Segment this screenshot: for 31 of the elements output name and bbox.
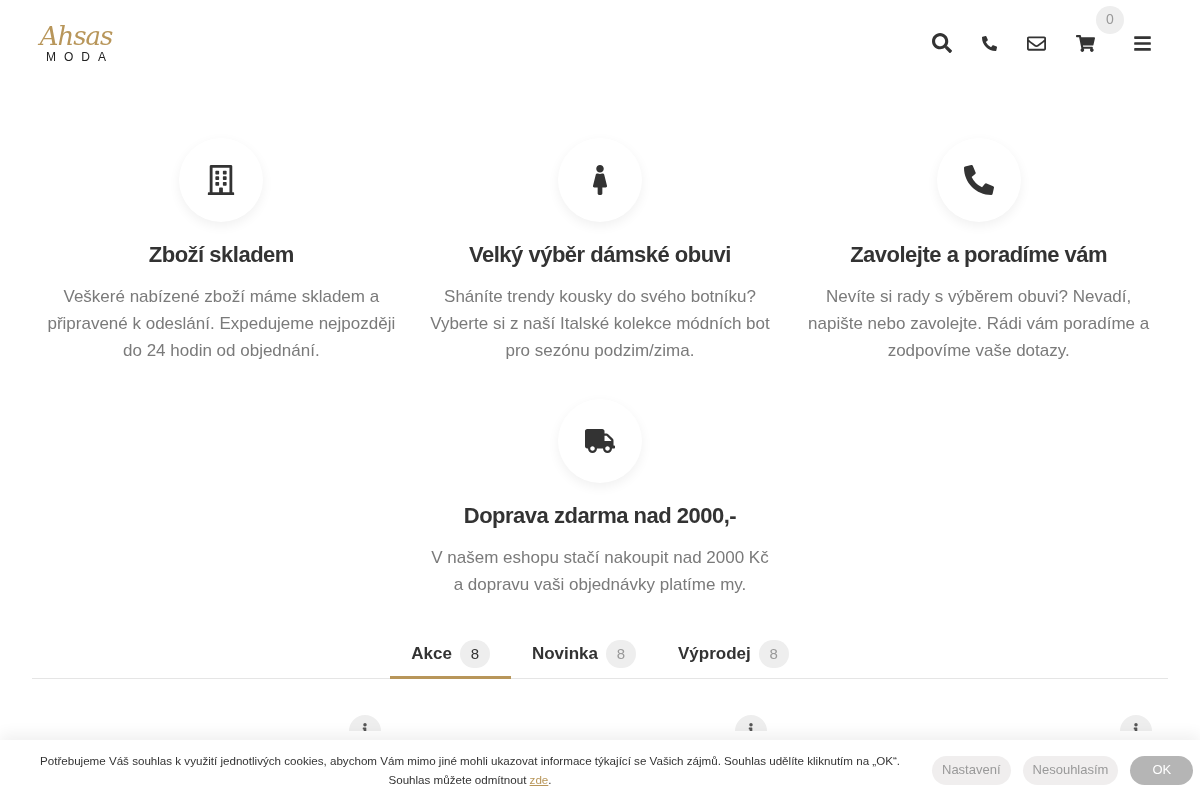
- cart-count: 0: [1096, 5, 1124, 34]
- logo[interactable]: Ahsas MODA: [32, 23, 120, 63]
- feature-title: Zavolejte a poradíme vám: [850, 241, 1108, 269]
- feature-text: Veškeré nabízené zboží máme skladem a připravené k odeslání. Expedujeme nejpozději do 24 hodin od objednání.: [46, 286, 397, 362]
- feature-title: Zboží skladem: [148, 241, 294, 269]
- tab[interactable]: Novinka 8: [510, 632, 657, 679]
- logo-word: MODA: [45, 51, 114, 63]
- cart-icon[interactable]: [1076, 33, 1095, 53]
- feature-text: Sháníte trendy kousky do svého botníku? Vyberte si z naší Italské kolekce módních bot pro sezónu podzim/zima.: [429, 286, 771, 362]
- logo-script: Ahsas: [39, 23, 113, 49]
- tab-count: 8: [459, 640, 490, 668]
- cookie-text: Souhlas můžete odmítnout zde.: [387, 772, 553, 788]
- building-icon: [206, 165, 237, 195]
- phone-icon: [963, 165, 994, 195]
- tab[interactable]: Akce 8: [390, 632, 511, 679]
- feature-title: Doprava zdarma nad 2000,-: [463, 502, 737, 530]
- tab[interactable]: Výprodej 8: [657, 632, 810, 679]
- info-button[interactable]: [1120, 715, 1152, 731]
- feature-text: Nevíte si rady s výběrem obuvi? Nevadí, napište nebo zavolejte. Rádi vám poradíme a zodpovíme vaše dotazy.: [807, 286, 1151, 362]
- feature-text: V našem eshopu stačí nakoupit nad 2000 Kč a dopravu vaši objednávky platíme my.: [430, 547, 770, 596]
- tab-count: 8: [758, 640, 789, 668]
- phone-icon[interactable]: [982, 35, 997, 51]
- truck-icon: [585, 426, 615, 456]
- envelope-icon[interactable]: [1027, 33, 1046, 53]
- cookie-text: Potřebujeme Váš souhlas k využití jednotlivých cookies, abychom Vám mimo jiné mohli ukazovat informace týkající se Vašich zájmů. Souhlas udělíte kliknutím na „OK“.: [39, 753, 901, 769]
- tab-count: 8: [606, 640, 636, 668]
- info-button[interactable]: [349, 715, 382, 731]
- menu-icon[interactable]: [1133, 33, 1152, 53]
- feature-title: Velký výběr dámské obuvi: [469, 241, 731, 269]
- info-button[interactable]: [734, 715, 767, 731]
- search-icon[interactable]: [932, 33, 952, 53]
